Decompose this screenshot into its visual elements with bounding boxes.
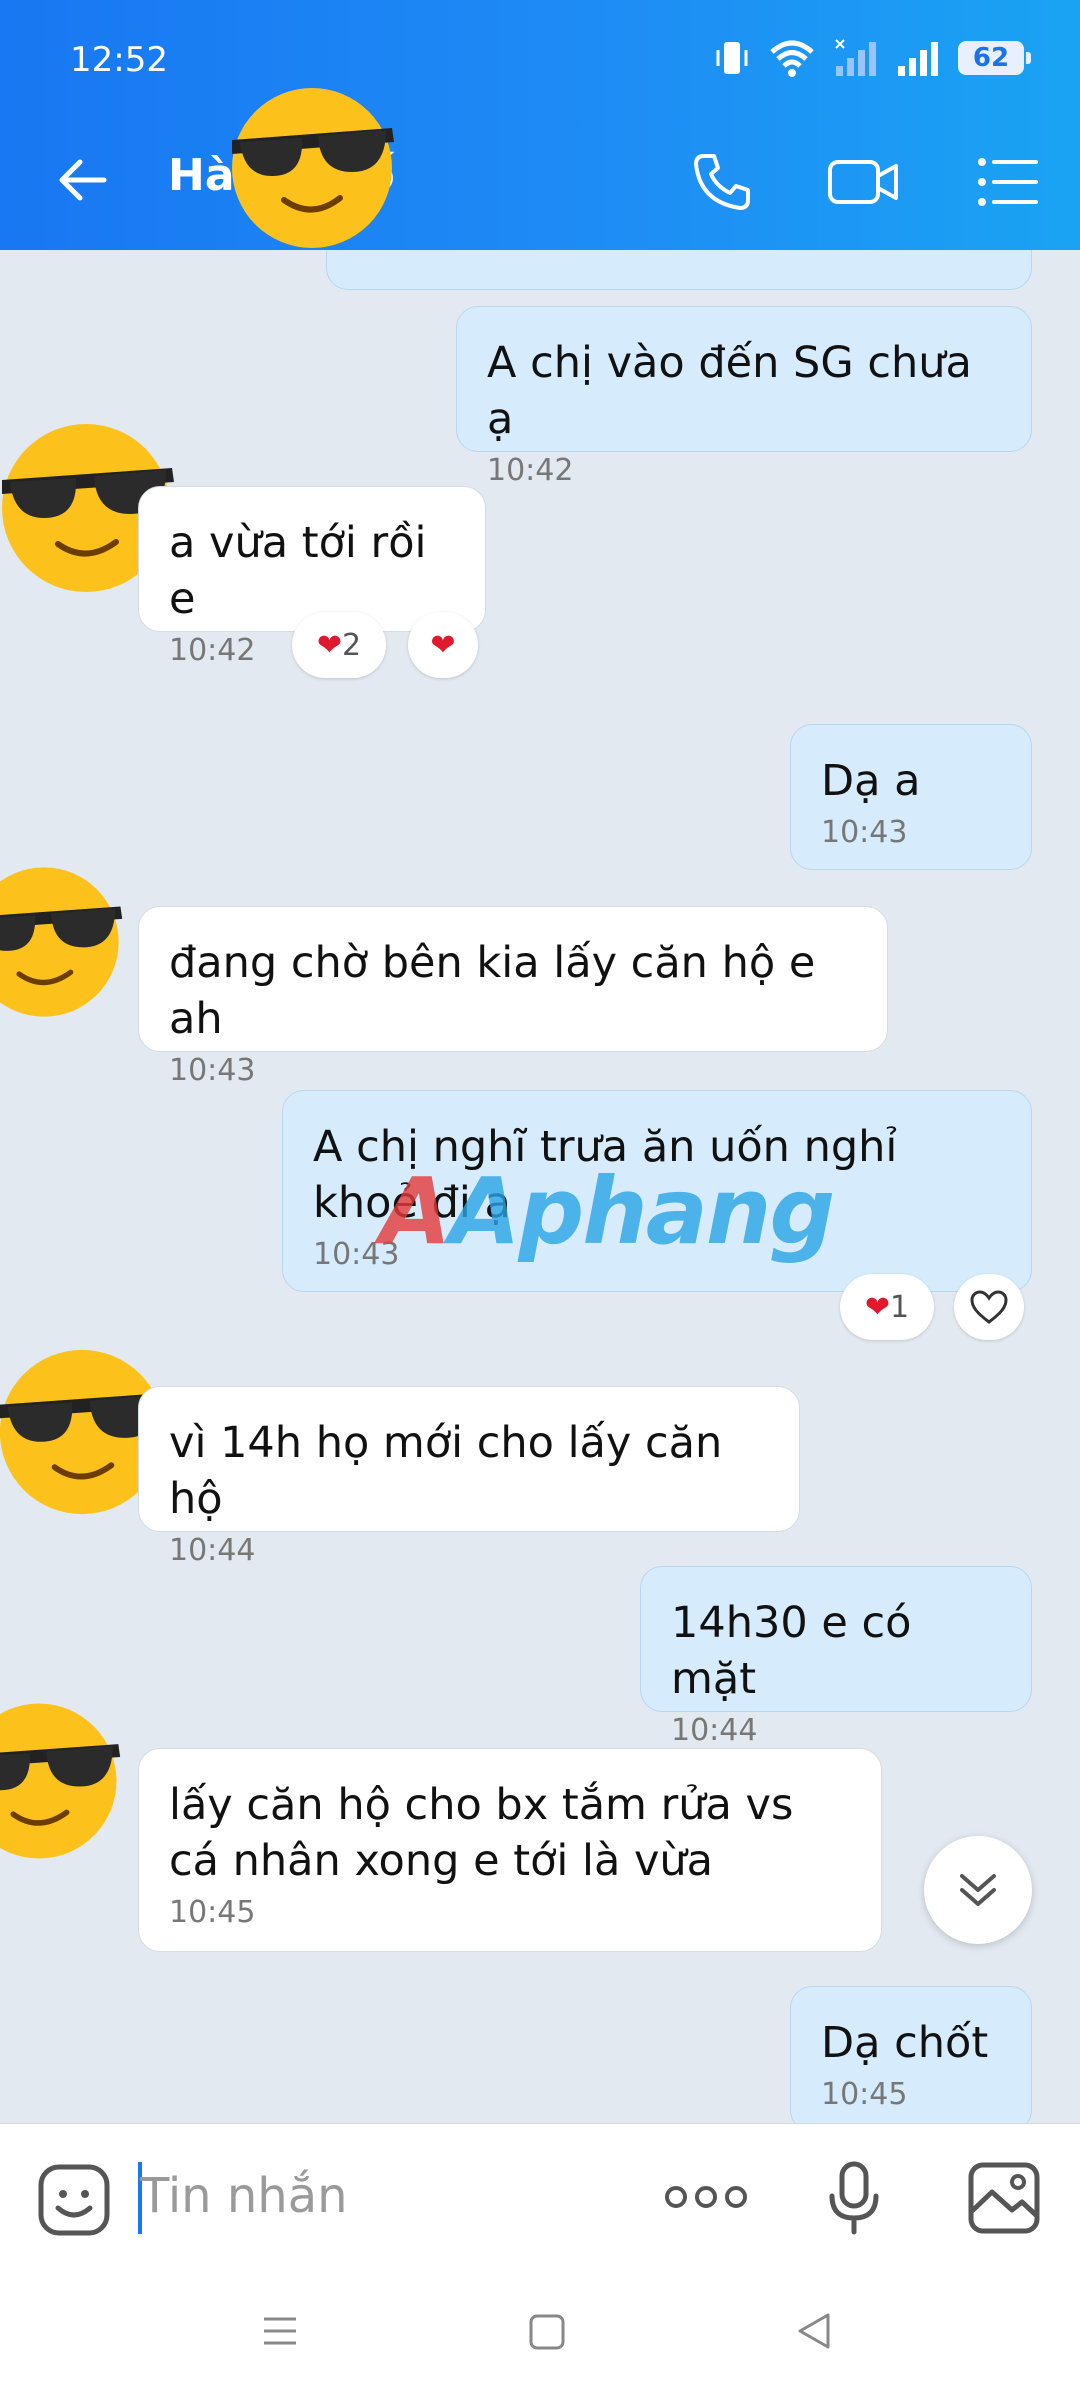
message-time: 10:42	[487, 453, 574, 488]
message-time: 10:43	[821, 815, 908, 850]
heart-icon: ❤	[430, 627, 456, 663]
message-text: Dạ a	[821, 756, 921, 806]
menu-list-icon[interactable]	[976, 150, 1040, 214]
message-text: a vừa tới rồi e	[169, 518, 427, 624]
message-time: 10:45	[821, 2077, 908, 2112]
message-input-bar: Tin nhắn	[0, 2123, 1080, 2270]
message-bubble-outgoing[interactable]: 14h30 e có mặt 10:44	[640, 1566, 1032, 1748]
message-bubble-incoming[interactable]: a vừa tới rồi e 10:42	[138, 486, 486, 668]
reaction-count[interactable]: ❤ 2	[292, 612, 386, 678]
message-bubble-outgoing[interactable]: A chị vào đến SG chưa ạ 10:42	[456, 306, 1032, 488]
sender-avatar[interactable]	[0, 862, 124, 1022]
status-time: 12:52	[70, 40, 168, 80]
battery-indicator: 62	[958, 41, 1031, 75]
video-call-icon[interactable]	[826, 150, 902, 214]
message-input[interactable]: Tin nhắn	[140, 2168, 348, 2224]
heart-outline-icon	[970, 1290, 1008, 1324]
home-icon[interactable]	[528, 2313, 566, 2351]
sender-avatar[interactable]	[0, 1698, 122, 1864]
message-bubble-incoming[interactable]: đang chờ bên kia lấy căn hộ e ah 10:43	[138, 906, 888, 1088]
reaction-count[interactable]: ❤ 1	[840, 1274, 934, 1340]
chat-area[interactable]: A chị vào đến SG chưa ạ 10:42 a vừa tới …	[0, 250, 1080, 2123]
message-bubble-partial[interactable]	[326, 250, 1032, 290]
message-text: A chị vào đến SG chưa ạ	[487, 338, 972, 444]
double-chevron-down-icon	[960, 1874, 996, 1906]
message-bubble-outgoing[interactable]: Dạ chốt 10:45	[790, 1986, 1032, 2123]
wifi-icon	[770, 40, 814, 77]
message-bubble-incoming[interactable]: lấy căn hộ cho bx tắm rửa vs cá nhân xon…	[138, 1748, 882, 1952]
message-bubble-incoming[interactable]: vì 14h họ mới cho lấy căn hộ 10:44	[138, 1386, 800, 1568]
signal-weak-icon	[835, 39, 876, 76]
vibrate-icon	[716, 42, 748, 74]
message-time: 10:44	[169, 1533, 256, 1568]
watermark-logo: AAphang	[380, 1158, 835, 1265]
message-text: vì 14h họ mới cho lấy căn hộ	[169, 1418, 723, 1524]
message-text: 14h30 e có mặt	[671, 1598, 912, 1704]
react-heart-outline-button[interactable]	[954, 1274, 1024, 1340]
heart-icon: ❤	[316, 627, 343, 663]
message-time: 10:45	[169, 1895, 256, 1930]
signal-icon	[898, 42, 938, 76]
message-text: lấy căn hộ cho bx tắm rửa vs cá nhân xon…	[169, 1780, 794, 1886]
recent-apps-icon[interactable]	[262, 2313, 298, 2349]
microphone-icon[interactable]	[826, 2160, 882, 2236]
message-bubble-outgoing[interactable]: Dạ a 10:43	[790, 724, 1032, 870]
heart-icon: ❤	[864, 1289, 891, 1325]
message-text: đang chờ bên kia lấy căn hộ e ah	[169, 938, 816, 1044]
message-text: Dạ chốt	[821, 2018, 989, 2068]
status-icons: 62	[714, 38, 1031, 78]
back-triangle-icon[interactable]	[794, 2311, 834, 2351]
message-time: 10:44	[671, 1713, 758, 1748]
phone-call-icon[interactable]	[690, 150, 754, 214]
scroll-to-bottom-button[interactable]	[924, 1836, 1032, 1944]
message-time: 10:43	[169, 1053, 256, 1088]
back-arrow-icon[interactable]	[52, 150, 112, 210]
system-nav-bar	[0, 2269, 1080, 2400]
app-header: 12:52 62 Hàố	[0, 0, 1080, 250]
image-gallery-icon[interactable]	[966, 2160, 1042, 2236]
sticker-icon[interactable]	[36, 2162, 112, 2238]
sunglasses-emoji-icon	[232, 88, 394, 248]
react-heart-button[interactable]: ❤	[408, 612, 478, 678]
more-options-icon[interactable]	[664, 2180, 748, 2214]
